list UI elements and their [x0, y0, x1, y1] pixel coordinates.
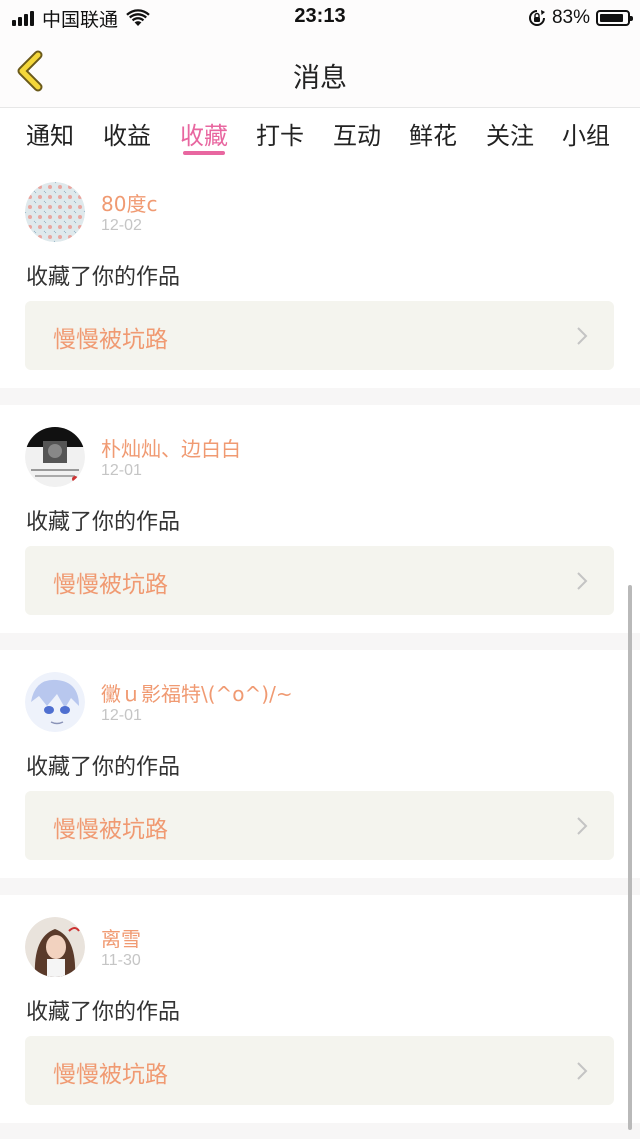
tab-checkin[interactable]: 打卡 [256, 116, 304, 151]
chevron-right-icon [577, 817, 588, 835]
chevron-right-icon [577, 1062, 588, 1080]
date: 12-01 [101, 707, 142, 724]
work-link[interactable]: 慢慢被坑路 [25, 546, 614, 615]
chevron-right-icon [577, 572, 588, 590]
tab-interaction[interactable]: 互动 [333, 116, 381, 151]
date: 12-02 [101, 217, 142, 234]
work-title: 慢慢被坑路 [53, 327, 168, 353]
tab-group[interactable]: 小组 [562, 116, 610, 151]
tab-favorites[interactable]: 收藏 [180, 116, 228, 151]
work-title: 慢慢被坑路 [53, 817, 168, 843]
username[interactable]: 离雪 [101, 923, 141, 952]
tab-follow[interactable]: 关注 [486, 116, 534, 151]
work-title: 慢慢被坑路 [53, 572, 168, 598]
list-item: 朴灿灿、边白白 12-01 收藏了你的作品 慢慢被坑路 [0, 405, 640, 633]
nav-bar: 消息 [0, 36, 640, 108]
status-bar: 中国联通 23:13 83% [0, 0, 640, 36]
work-link[interactable]: 慢慢被坑路 [25, 791, 614, 860]
tab-earnings[interactable]: 收益 [103, 116, 151, 151]
battery-icon [596, 10, 633, 26]
list-item: 80度c 12-02 收藏了你的作品 慢慢被坑路 [0, 160, 640, 388]
date: 12-01 [101, 462, 142, 479]
page-title: 消息 [293, 63, 347, 94]
work-title: 慢慢被坑路 [53, 1062, 168, 1088]
date: 11-30 [101, 952, 141, 969]
username[interactable]: 80度c [101, 188, 157, 217]
active-tab-indicator [183, 151, 225, 155]
username[interactable]: 黴ｕ影福特\(^o^)/~ [101, 678, 293, 707]
action-text: 收藏了你的作品 [26, 510, 181, 535]
tab-notice[interactable]: 通知 [26, 116, 74, 151]
action-text: 收藏了你的作品 [26, 265, 181, 290]
scrollbar[interactable] [628, 585, 632, 1130]
work-link[interactable]: 慢慢被坑路 [25, 301, 614, 370]
tab-flowers[interactable]: 鲜花 [409, 116, 457, 151]
list-item: 离雪 11-30 收藏了你的作品 慢慢被坑路 [0, 895, 640, 1123]
avatar[interactable] [25, 672, 85, 732]
action-text: 收藏了你的作品 [26, 1000, 181, 1025]
orientation-lock-icon [528, 10, 545, 26]
list-item: 黴ｕ影福特\(^o^)/~ 12-01 收藏了你的作品 慢慢被坑路 [0, 650, 640, 878]
tab-bar: 通知 收益 收藏 打卡 互动 鲜花 关注 小组 [0, 108, 640, 160]
work-link[interactable]: 慢慢被坑路 [25, 1036, 614, 1105]
action-text: 收藏了你的作品 [26, 755, 181, 780]
avatar[interactable] [25, 917, 85, 977]
avatar[interactable] [25, 182, 85, 242]
avatar[interactable] [25, 427, 85, 487]
username[interactable]: 朴灿灿、边白白 [101, 433, 241, 462]
battery-percent: 83% [551, 7, 590, 28]
chevron-right-icon [577, 327, 588, 345]
